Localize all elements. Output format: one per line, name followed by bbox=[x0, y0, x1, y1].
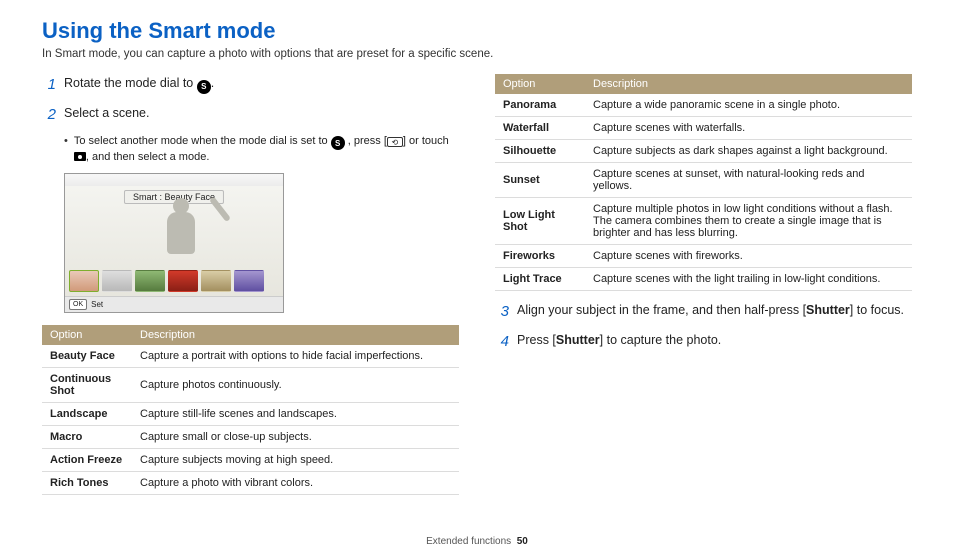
step-4-text-c: ] to capture the photo. bbox=[600, 333, 722, 347]
sub-bullet-text-c: ] or touch bbox=[403, 135, 449, 147]
table-row: Continuous ShotCapture photos continuous… bbox=[42, 368, 459, 403]
sub-bullet-text-a: To select another mode when the mode dia… bbox=[74, 135, 331, 147]
th-option: Option bbox=[42, 325, 132, 345]
table-row: SunsetCapture scenes at sunset, with nat… bbox=[495, 163, 912, 198]
table-row: SilhouetteCapture subjects as dark shape… bbox=[495, 140, 912, 163]
bullet-icon: • bbox=[64, 134, 68, 166]
options-table-right: Option Description PanoramaCapture a wid… bbox=[495, 74, 912, 291]
left-column: 1 Rotate the mode dial to S. 2 Select a … bbox=[42, 74, 459, 505]
thumb-macro bbox=[168, 270, 198, 292]
right-column: Option Description PanoramaCapture a wid… bbox=[495, 74, 912, 505]
step-3: 3 Align your subject in the frame, and t… bbox=[495, 301, 912, 323]
page-title: Using the Smart mode bbox=[42, 18, 912, 44]
page-footer: Extended functions 50 bbox=[0, 536, 954, 547]
thumb-action bbox=[201, 270, 231, 292]
table-row: MacroCapture small or close-up subjects. bbox=[42, 426, 459, 449]
sub-bullet-text-d: , and then select a mode. bbox=[86, 151, 210, 163]
mode-dial-s-icon: S bbox=[331, 136, 345, 150]
ok-button-icon: OK bbox=[69, 299, 87, 310]
back-key-icon: ⟲ bbox=[387, 137, 403, 147]
shutter-keyword: Shutter bbox=[806, 303, 850, 317]
subject-silhouette-icon bbox=[151, 198, 211, 278]
camera-icon bbox=[74, 152, 86, 161]
table-row: Beauty FaceCapture a portrait with optio… bbox=[42, 345, 459, 368]
step-4-text-a: Press [ bbox=[517, 333, 556, 347]
table-row: FireworksCapture scenes with fireworks. bbox=[495, 245, 912, 268]
table-row: Rich TonesCapture a photo with vibrant c… bbox=[42, 472, 459, 495]
step-number: 1 bbox=[42, 74, 56, 96]
options-table-left: Option Description Beauty FaceCapture a … bbox=[42, 325, 459, 495]
step-2: 2 Select a scene. bbox=[42, 104, 459, 126]
step-3-text-c: ] to focus. bbox=[850, 303, 904, 317]
step-1-tail: . bbox=[211, 76, 214, 90]
table-row: LandscapeCapture still-life scenes and l… bbox=[42, 403, 459, 426]
step-1-text: Rotate the mode dial to bbox=[64, 76, 197, 90]
th-option: Option bbox=[495, 74, 585, 94]
footer-section: Extended functions bbox=[426, 536, 511, 547]
step-2-text: Select a scene. bbox=[64, 106, 149, 120]
step-number: 4 bbox=[495, 331, 509, 353]
table-row: PanoramaCapture a wide panoramic scene i… bbox=[495, 94, 912, 117]
shutter-keyword: Shutter bbox=[556, 333, 600, 347]
page-number: 50 bbox=[517, 536, 528, 547]
th-description: Description bbox=[132, 325, 459, 345]
step-1: 1 Rotate the mode dial to S. bbox=[42, 74, 459, 96]
page-subtitle: In Smart mode, you can capture a photo w… bbox=[42, 48, 912, 60]
thumb-landscape bbox=[135, 270, 165, 292]
th-description: Description bbox=[585, 74, 912, 94]
step-number: 2 bbox=[42, 104, 56, 126]
mode-thumbnails bbox=[69, 270, 264, 292]
step-3-text-a: Align your subject in the frame, and the… bbox=[517, 303, 806, 317]
table-row: WaterfallCapture scenes with waterfalls. bbox=[495, 117, 912, 140]
table-row: Low Light ShotCapture multiple photos in… bbox=[495, 198, 912, 245]
camera-preview: Smart : Beauty Face bbox=[64, 173, 284, 313]
set-label: Set bbox=[91, 300, 103, 309]
step-2-sub-bullet: • To select another mode when the mode d… bbox=[64, 134, 459, 166]
thumb-continuous bbox=[102, 270, 132, 292]
table-row: Light TraceCapture scenes with the light… bbox=[495, 268, 912, 291]
step-number: 3 bbox=[495, 301, 509, 323]
step-4: 4 Press [Shutter] to capture the photo. bbox=[495, 331, 912, 353]
thumb-beauty-face bbox=[69, 270, 99, 292]
thumb-rich-tones bbox=[234, 270, 264, 292]
mode-dial-s-icon: S bbox=[197, 80, 211, 94]
table-row: Action FreezeCapture subjects moving at … bbox=[42, 449, 459, 472]
sub-bullet-text-b: , press [ bbox=[348, 135, 387, 147]
